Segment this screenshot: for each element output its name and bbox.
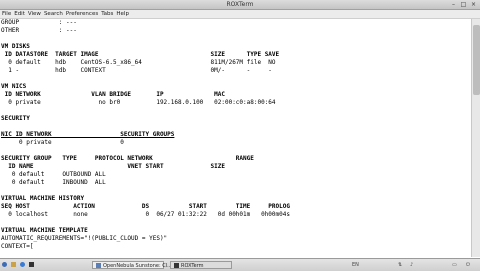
terminal-icon [29, 262, 34, 267]
maximize-icon[interactable]: □ [460, 1, 467, 8]
terminal-line: SEQ HOST ACTION DS START TIME PROLOG [1, 203, 290, 210]
taskbar: OpenNebula Sunstone: Cl... ROXTerm EN ⇅ … [0, 258, 480, 271]
window-controls: – □ × [450, 1, 477, 8]
power-icon: ⏻ [466, 262, 470, 268]
terminal-icon [174, 263, 179, 268]
window-titlebar[interactable]: ROXTerm – □ × [0, 0, 480, 10]
terminal-line: GROUP : --- [1, 19, 77, 26]
taskbar-window-roxterm[interactable]: ROXTerm [170, 261, 232, 269]
close-icon[interactable]: × [470, 1, 477, 8]
app-menu-icon [2, 262, 7, 267]
menu-view[interactable]: View [28, 11, 41, 17]
terminal-output[interactable]: GROUP : --- OTHER : --- VM DISKS ID DATAST… [0, 19, 470, 257]
volume-icon: ♪ [410, 262, 414, 268]
terminal-line: NIC_ID NETWORK SECURITY_GROUPS [1, 131, 175, 138]
menu-help[interactable]: Help [116, 11, 129, 17]
terminal-line: VIRTUAL MACHINE HISTORY [1, 195, 85, 202]
volume-tray[interactable]: ♪ [410, 261, 413, 269]
terminal-line: 0 default OUTBOUND ALL [1, 171, 106, 178]
taskbar-window-sunstone[interactable]: OpenNebula Sunstone: Cl... [92, 261, 172, 269]
menu-preferences[interactable]: Preferences [66, 11, 98, 17]
terminal-line: SECURITY GROUP TYPE PROTOCOL NETWORK RAN… [1, 155, 254, 162]
desktop-icon: ▭ [452, 262, 457, 268]
launcher-files[interactable] [11, 261, 18, 269]
menu-tabs[interactable]: Tabs [101, 11, 113, 17]
terminal-line: VM NICS [1, 83, 27, 90]
network-tray[interactable]: ⇅ [398, 261, 402, 269]
keyboard-layout[interactable]: EN [352, 261, 359, 269]
show-desktop-button[interactable]: ▭ [452, 261, 457, 269]
terminal-line: 0 private 0 [1, 139, 124, 146]
terminal-line: 0 private no br0 192.168.0.100 02:00:c0:… [1, 99, 276, 106]
terminal-line: CONTEXT=[ [1, 243, 34, 250]
terminal-line: 0 default INBOUND ALL [1, 179, 106, 186]
globe-icon [20, 262, 25, 267]
menu-bar: File Edit View Search Preferences Tabs Help [0, 10, 480, 19]
taskbar-window-label: ROXTerm [181, 263, 204, 269]
menu-search[interactable]: Search [44, 11, 63, 17]
launcher-browser[interactable] [20, 261, 27, 269]
browser-icon [96, 263, 101, 268]
menu-file[interactable]: File [2, 11, 11, 17]
start-menu-button[interactable] [2, 261, 9, 269]
terminal-line: ID NETWORK VLAN BRIDGE IP MAC [1, 91, 225, 98]
terminal-line: VIRTUAL MACHINE TEMPLATE [1, 227, 88, 234]
keyboard-layout-label: EN [352, 262, 359, 268]
terminal-line: 0 default hdb CentOS-6.5_x86_64 811M/267… [1, 59, 276, 66]
terminal-line: 0 localhost none 0 06/27 01:32:22 0d 00h… [1, 211, 290, 218]
terminal-line: OTHER : --- [1, 27, 77, 34]
terminal-line: 1 - hdb CONTEXT 0M/- - - [1, 67, 272, 74]
scrollbar-thumb[interactable] [473, 25, 480, 95]
terminal-line: AUTOMATIC_REQUIREMENTS="!(PUBLIC_CLOUD =… [1, 235, 168, 242]
terminal-line: SECURITY [1, 115, 30, 122]
terminal-scrollbar[interactable] [471, 19, 480, 257]
window-title: ROXTerm [226, 1, 254, 8]
network-icon: ⇅ [398, 262, 403, 268]
terminal-line: ID DATASTORE TARGET IMAGE SIZE TYPE SAVE [1, 51, 280, 58]
terminal-line: VM DISKS [1, 43, 30, 50]
power-button[interactable]: ⏻ [466, 261, 470, 269]
taskbar-window-label: OpenNebula Sunstone: Cl... [103, 263, 172, 269]
minimize-icon[interactable]: – [450, 1, 457, 8]
terminal-line: ID NAME VNET START SIZE [1, 163, 225, 170]
launcher-terminal[interactable] [29, 261, 36, 269]
menu-edit[interactable]: Edit [14, 11, 25, 17]
folder-icon [11, 262, 16, 267]
